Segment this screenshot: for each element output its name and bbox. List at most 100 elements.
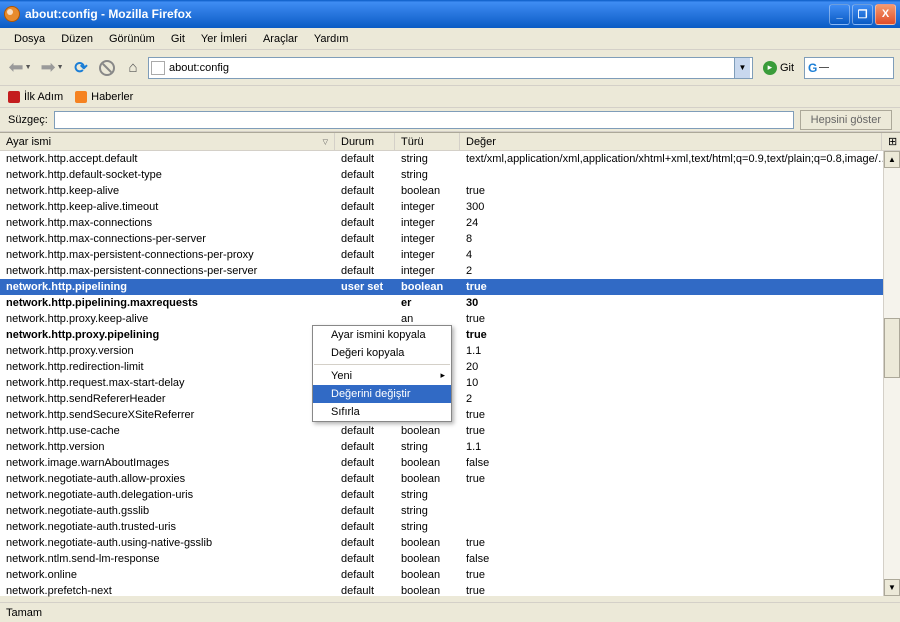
table-cell: true: [460, 473, 900, 485]
col-status[interactable]: Durum: [335, 133, 395, 150]
table-row[interactable]: network.http.pipelininguser setbooleantr…: [0, 279, 900, 295]
table-cell: network.http.default-socket-type: [0, 169, 335, 181]
table-row[interactable]: network.http.use-cachedefaultbooleantrue: [0, 423, 900, 439]
table-row[interactable]: network.http.keep-alivedefaultbooleantru…: [0, 183, 900, 199]
table-cell: network.online: [0, 569, 335, 581]
table-row[interactable]: network.http.max-persistent-connections-…: [0, 247, 900, 263]
table-row[interactable]: network.http.max-persistent-connections-…: [0, 263, 900, 279]
menu-view[interactable]: Görünüm: [101, 31, 163, 47]
scroll-up-button[interactable]: ▲: [884, 151, 900, 168]
table-cell: boolean: [395, 473, 460, 485]
table-cell: network.negotiate-auth.trusted-uris: [0, 521, 335, 533]
menu-bookmarks[interactable]: Yer İmleri: [193, 31, 255, 47]
ctx-modify[interactable]: Değerini değiştir: [313, 385, 451, 403]
minimize-button[interactable]: _: [829, 4, 850, 25]
table-row[interactable]: network.negotiate-auth.gsslibdefaultstri…: [0, 503, 900, 519]
back-arrow-icon: ⬅: [8, 57, 23, 78]
scroll-down-button[interactable]: ▼: [884, 579, 900, 596]
table-row[interactable]: network.http.accept.defaultdefaultstring…: [0, 151, 900, 167]
table-cell: an: [395, 313, 460, 325]
table-cell: network.http.max-persistent-connections-…: [0, 249, 335, 261]
back-button[interactable]: ⬅▼: [6, 54, 34, 82]
context-menu: Ayar ismini kopyala Değeri kopyala Yeni …: [312, 325, 452, 422]
table-row[interactable]: network.onlinedefaultbooleantrue: [0, 567, 900, 583]
table-cell: boolean: [395, 553, 460, 565]
table-row[interactable]: network.negotiate-auth.allow-proxiesdefa…: [0, 471, 900, 487]
close-button[interactable]: X: [875, 4, 896, 25]
table-row[interactable]: network.negotiate-auth.trusted-urisdefau…: [0, 519, 900, 535]
table-cell: network.http.max-persistent-connections-…: [0, 265, 335, 277]
titlebar[interactable]: about:config - Mozilla Firefox _ ❐ X: [0, 0, 900, 28]
page-icon: [151, 61, 165, 75]
ctx-copy-name[interactable]: Ayar ismini kopyala: [313, 326, 451, 344]
bookmark-icon: [8, 91, 20, 103]
table-cell: 10: [460, 377, 900, 389]
ctx-reset[interactable]: Sıfırla: [313, 403, 451, 421]
table-row[interactable]: network.negotiate-auth.using-native-gssl…: [0, 535, 900, 551]
table-cell: false: [460, 553, 900, 565]
table-row[interactable]: network.http.max-connections-per-serverd…: [0, 231, 900, 247]
col-name[interactable]: Ayar ismi▽: [0, 133, 335, 150]
table-row[interactable]: network.http.default-socket-typedefaults…: [0, 167, 900, 183]
search-box[interactable]: G: [804, 57, 894, 79]
table-cell: boolean: [395, 457, 460, 469]
ctx-separator: [314, 364, 450, 365]
menu-tools[interactable]: Araçlar: [255, 31, 306, 47]
menu-edit[interactable]: Düzen: [53, 31, 101, 47]
table-row[interactable]: network.http.pipelining.maxrequestser30: [0, 295, 900, 311]
reload-icon: ⟳: [74, 58, 87, 78]
stop-button[interactable]: [96, 57, 118, 79]
url-input[interactable]: [169, 59, 734, 77]
forward-button[interactable]: ➡▼: [38, 54, 66, 82]
table-cell: network.http.proxy.version: [0, 345, 335, 357]
table-cell: 4: [460, 249, 900, 261]
table-cell: default: [335, 169, 395, 181]
ctx-copy-value[interactable]: Değeri kopyala: [313, 344, 451, 362]
col-value[interactable]: Değer: [460, 133, 882, 150]
table-cell: boolean: [395, 281, 460, 293]
table-cell: default: [335, 153, 395, 165]
go-label: Git: [780, 62, 794, 74]
table-cell: true: [460, 185, 900, 197]
table-row[interactable]: network.negotiate-auth.delegation-urisde…: [0, 487, 900, 503]
reload-button[interactable]: ⟳: [70, 57, 92, 79]
table-cell: network.http.keep-alive.timeout: [0, 201, 335, 213]
maximize-button[interactable]: ❐: [852, 4, 873, 25]
menu-file[interactable]: Dosya: [6, 31, 53, 47]
bookmark-news[interactable]: Haberler: [75, 91, 133, 103]
col-type[interactable]: Türü: [395, 133, 460, 150]
navigation-toolbar: ⬅▼ ➡▼ ⟳ ⌂ ▼ ▸ Git G: [0, 50, 900, 86]
scroll-thumb[interactable]: [884, 318, 900, 378]
table-cell: default: [335, 505, 395, 517]
vertical-scrollbar[interactable]: ▲ ▼: [883, 151, 900, 596]
table-cell: default: [335, 473, 395, 485]
show-all-button[interactable]: Hepsini göster: [800, 110, 892, 130]
table-cell: 8: [460, 233, 900, 245]
ctx-new[interactable]: Yeni: [313, 367, 451, 385]
table-cell: network.negotiate-auth.delegation-uris: [0, 489, 335, 501]
filter-bar: Süzgeç: Hepsini göster: [0, 108, 900, 132]
url-dropdown-button[interactable]: ▼: [734, 58, 750, 78]
home-button[interactable]: ⌂: [122, 57, 144, 79]
chevron-down-icon: ▼: [57, 64, 64, 71]
scroll-track[interactable]: [884, 168, 900, 579]
col-picker[interactable]: ⊞: [882, 133, 900, 150]
window-title: about:config - Mozilla Firefox: [25, 7, 829, 21]
table-row[interactable]: network.http.max-connectionsdefaultinteg…: [0, 215, 900, 231]
bookmark-first-step[interactable]: İlk Adım: [8, 91, 63, 103]
table-cell: string: [395, 521, 460, 533]
table-row[interactable]: network.prefetch-nextdefaultbooleantrue: [0, 583, 900, 597]
url-bar[interactable]: ▼: [148, 57, 753, 79]
table-cell: network.image.warnAboutImages: [0, 457, 335, 469]
menu-help[interactable]: Yardım: [306, 31, 357, 47]
menu-go[interactable]: Git: [163, 31, 193, 47]
filter-input[interactable]: [54, 111, 794, 129]
table-cell: integer: [395, 249, 460, 261]
table-cell: boolean: [395, 185, 460, 197]
go-button[interactable]: ▸ Git: [757, 61, 800, 75]
rss-icon: [75, 91, 87, 103]
table-row[interactable]: network.ntlm.send-lm-responsedefaultbool…: [0, 551, 900, 567]
table-row[interactable]: network.http.keep-alive.timeoutdefaultin…: [0, 199, 900, 215]
table-row[interactable]: network.image.warnAboutImagesdefaultbool…: [0, 455, 900, 471]
table-row[interactable]: network.http.versiondefaultstring1.1: [0, 439, 900, 455]
